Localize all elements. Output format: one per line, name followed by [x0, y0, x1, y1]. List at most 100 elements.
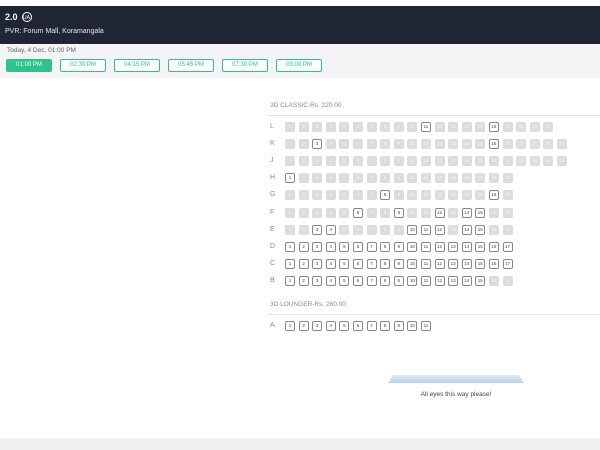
seat-available[interactable]: 1	[285, 258, 295, 269]
seat-available[interactable]: 11	[420, 275, 431, 286]
seat-group: 1 2 3 4 5 6 7 8 9 10 11 12 13 14 15 16 17	[285, 241, 516, 252]
seat-available[interactable]: 15	[475, 275, 486, 286]
seat-available[interactable]: 10	[407, 321, 418, 331]
seat-available[interactable]: 3	[312, 258, 323, 269]
seat-available[interactable]: 8	[380, 321, 391, 331]
seat-available[interactable]: 7	[366, 321, 377, 331]
seat-available[interactable]: 9	[393, 321, 404, 331]
seat-available[interactable]: 9	[393, 241, 404, 252]
seat-available[interactable]: 6	[352, 241, 363, 252]
showtime-list: 01:00 PM 02:30 PM 04:15 PM 05:45 PM 07:30 PM…	[6, 59, 322, 72]
showtime-button[interactable]: 07:30 PM	[222, 59, 268, 72]
seat-available[interactable]: 11	[420, 224, 431, 235]
seat-available[interactable]: 9	[393, 258, 404, 269]
seat-available[interactable]: 6	[352, 207, 363, 218]
seat-available[interactable]: 3	[312, 224, 323, 235]
seat-available[interactable]: 1	[285, 241, 295, 252]
seat-available[interactable]: 1	[285, 321, 295, 331]
seat-available[interactable]: 14	[461, 258, 472, 269]
seat-available[interactable]: 4	[325, 241, 336, 252]
seat-available[interactable]: 13	[448, 258, 459, 269]
seat-available[interactable]: 11	[420, 122, 431, 132]
seat-available[interactable]: 11	[420, 258, 431, 269]
seat-available[interactable]: 11	[420, 321, 431, 331]
seat-available[interactable]: 16	[488, 190, 499, 201]
seat-available[interactable]: 3	[312, 321, 323, 331]
seat-available[interactable]: 13	[448, 241, 459, 252]
row-label: L	[270, 123, 274, 130]
seat-available[interactable]: 2	[298, 258, 309, 269]
row-label: B	[270, 276, 275, 284]
seat-available[interactable]: 16	[488, 122, 499, 132]
seat-available[interactable]: 2	[298, 321, 309, 331]
seat-available[interactable]: 5	[339, 258, 350, 269]
seat-available[interactable]: 10	[407, 275, 418, 286]
seat-available[interactable]: 15	[475, 224, 486, 235]
showtime-button[interactable]: 05:45 PM	[168, 59, 214, 72]
seat-available[interactable]: 14	[461, 207, 472, 218]
seat-available[interactable]: 4	[325, 275, 336, 286]
seat-available[interactable]: 9	[393, 207, 404, 218]
seat-available[interactable]: 7	[366, 241, 377, 252]
showtime-button[interactable]: 02:30 PM	[60, 59, 106, 72]
seat-available[interactable]: 7	[366, 258, 377, 269]
seat-available[interactable]: 8	[380, 258, 391, 269]
seat-available[interactable]: 3	[312, 241, 323, 252]
seat-available[interactable]: 1	[285, 173, 295, 184]
seat-available[interactable]: 8	[380, 190, 391, 201]
seat-available[interactable]: 15	[475, 207, 486, 218]
seat-available[interactable]: 12	[434, 224, 445, 235]
seat-available[interactable]: 12	[434, 275, 445, 286]
seat-available[interactable]: 13	[448, 275, 459, 286]
seat-sold: 4	[325, 207, 336, 218]
showtime-button[interactable]: 09:00 PM	[276, 59, 322, 72]
seat-available[interactable]: 14	[461, 275, 472, 286]
seat-sold: 9	[393, 139, 404, 150]
seat-available[interactable]: 3	[312, 275, 323, 286]
seat-available[interactable]: 15	[475, 241, 486, 252]
seat-sold: 7	[366, 190, 377, 201]
seat-available[interactable]: 11	[420, 241, 431, 252]
seat-available[interactable]: 5	[339, 241, 350, 252]
seat-available[interactable]: 12	[434, 207, 445, 218]
seat-available[interactable]: 9	[393, 275, 404, 286]
seat-sold: 10	[407, 139, 418, 150]
seat-available[interactable]: 2	[298, 275, 309, 286]
seat-available[interactable]: 14	[461, 241, 472, 252]
seat-available[interactable]: 16	[488, 258, 499, 269]
seat-available[interactable]: 5	[339, 275, 350, 286]
seat-available[interactable]: 6	[352, 321, 363, 331]
seat-available[interactable]: 2	[298, 241, 309, 252]
seat-available[interactable]: 16	[488, 139, 499, 150]
seat-available[interactable]: 8	[380, 275, 391, 286]
seat-available[interactable]: 5	[339, 321, 350, 331]
showtime-button[interactable]: 04:15 PM	[114, 59, 160, 72]
seat-sold: 2	[298, 224, 309, 235]
seat-available[interactable]: 10	[407, 241, 418, 252]
seat-available[interactable]: 10	[407, 224, 418, 235]
seat-available[interactable]: 3	[312, 139, 323, 150]
seat-available[interactable]: 6	[352, 258, 363, 269]
seat-sold: 1	[285, 156, 295, 167]
seat-available[interactable]: 8	[380, 241, 391, 252]
seat-available[interactable]: 15	[475, 258, 486, 269]
showtime-button[interactable]: 01:00 PM	[6, 59, 52, 72]
seat-available[interactable]: 6	[352, 275, 363, 286]
seat-available[interactable]: 14	[461, 224, 472, 235]
seat-available[interactable]: 12	[434, 241, 445, 252]
seat-sold: 16	[488, 275, 499, 286]
seat-available[interactable]: 4	[325, 224, 336, 235]
seat-available[interactable]: 4	[325, 258, 336, 269]
seat-available[interactable]: 17	[502, 258, 513, 269]
seat-available[interactable]: 12	[434, 258, 445, 269]
seat-group: 1 2 3 4 5 6 7 8 9 10 11 12 13 14 15 16 17	[285, 190, 516, 201]
seat-available[interactable]: 10	[407, 258, 418, 269]
row-label: A	[270, 322, 275, 329]
seat-available[interactable]: 17	[502, 241, 513, 252]
seat-available[interactable]: 16	[488, 241, 499, 252]
seat-available[interactable]: 4	[325, 321, 336, 331]
seat-sold: 18	[516, 139, 527, 150]
seat-available[interactable]: 7	[366, 275, 377, 286]
seat-available[interactable]: 1	[285, 275, 295, 286]
row-label: F	[270, 208, 275, 216]
